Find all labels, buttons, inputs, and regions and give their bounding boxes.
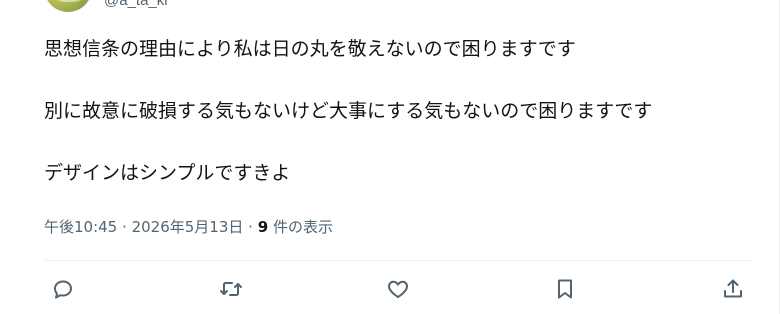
meta-separator: ·: [122, 218, 127, 236]
tweet-date[interactable]: 2026年5月13日: [132, 218, 244, 236]
bookmark-button[interactable]: [546, 270, 584, 308]
share-button[interactable]: [714, 270, 752, 308]
retweet-button[interactable]: [212, 270, 250, 308]
heart-icon: [388, 280, 408, 298]
action-bar: [44, 266, 752, 310]
retweet-icon: [220, 282, 242, 296]
reply-icon: [54, 280, 72, 299]
author-handle[interactable]: @a_ta_ki: [104, 0, 168, 10]
reply-button[interactable]: [44, 270, 82, 308]
views-count[interactable]: 9: [258, 218, 268, 236]
avatar[interactable]: [44, 0, 92, 12]
share-icon: [724, 279, 742, 298]
meta-separator: ·: [248, 218, 253, 236]
tweet-line: 思想信条の理由により私は日の丸を敬えないので困りますです: [44, 38, 576, 60]
tweet-line: デザインはシンプルですきよ: [44, 162, 291, 184]
tweet-line: 別に故意に破損する気もないけど大事にする気もないので困りますです: [44, 100, 653, 122]
views-label[interactable]: 件の表示: [273, 218, 333, 236]
like-button[interactable]: [379, 270, 417, 308]
tweet-meta: 午後10:45 · 2026年5月13日 · 9 件の表示: [44, 216, 333, 238]
tweet-time[interactable]: 午後10:45: [44, 218, 117, 236]
bookmark-icon: [558, 279, 572, 299]
tweet-text: 思想信条の理由により私は日の丸を敬えないので困りますです 別に故意に破損する気も…: [44, 34, 764, 188]
action-bar-divider: [44, 260, 752, 261]
